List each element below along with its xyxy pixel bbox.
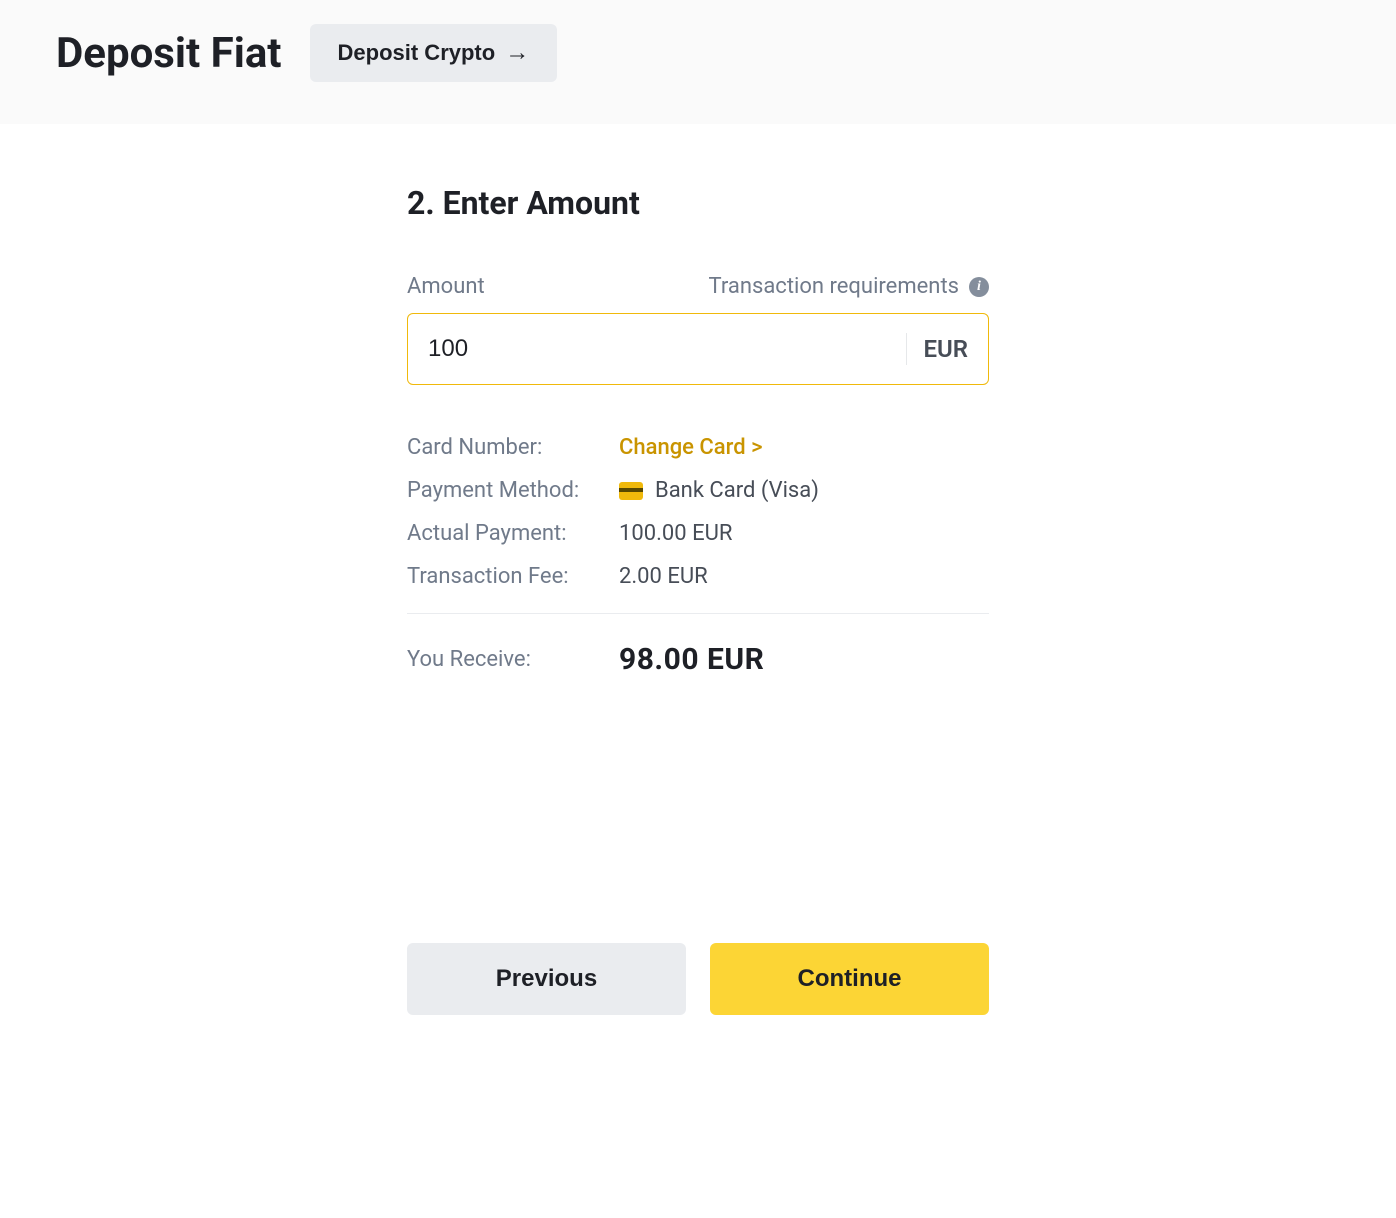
payment-method-label: Payment Method: (407, 478, 619, 503)
amount-input-container: EUR (407, 313, 989, 385)
actual-payment-value: 100.00 EUR (619, 521, 732, 546)
card-number-label: Card Number: (407, 435, 619, 460)
transaction-requirements-label: Transaction requirements (709, 274, 959, 299)
amount-label: Amount (407, 274, 485, 299)
main-content: 2. Enter Amount Amount Transaction requi… (0, 124, 1396, 1015)
continue-button[interactable]: Continue (710, 943, 989, 1015)
currency-divider (906, 333, 907, 365)
payment-method-value: Bank Card (Visa) (619, 478, 819, 503)
actual-payment-label: Actual Payment: (407, 521, 619, 546)
currency-label: EUR (923, 335, 968, 363)
arrow-right-icon: → (505, 41, 529, 65)
divider (407, 613, 989, 614)
amount-header-row: Amount Transaction requirements i (407, 274, 989, 299)
deposit-crypto-button[interactable]: Deposit Crypto → (310, 24, 558, 82)
page-title: Deposit Fiat (56, 29, 282, 78)
step-title: 2. Enter Amount (407, 184, 989, 222)
you-receive-row: You Receive: 98.00 EUR (407, 642, 989, 677)
payment-method-text: Bank Card (Visa) (655, 478, 819, 503)
transaction-fee-label: Transaction Fee: (407, 564, 619, 589)
transaction-fee-row: Transaction Fee: 2.00 EUR (407, 564, 989, 589)
amount-input[interactable] (428, 335, 906, 363)
actual-payment-row: Actual Payment: 100.00 EUR (407, 521, 989, 546)
deposit-crypto-label: Deposit Crypto (338, 40, 496, 66)
card-icon (619, 482, 643, 500)
previous-button[interactable]: Previous (407, 943, 686, 1015)
form-container: 2. Enter Amount Amount Transaction requi… (407, 184, 989, 1015)
transaction-fee-value: 2.00 EUR (619, 564, 708, 589)
header: Deposit Fiat Deposit Crypto → (0, 0, 1396, 124)
payment-method-row: Payment Method: Bank Card (Visa) (407, 478, 989, 503)
button-row: Previous Continue (407, 943, 989, 1015)
card-number-row: Card Number: Change Card > (407, 435, 989, 460)
transaction-requirements[interactable]: Transaction requirements i (709, 274, 989, 299)
you-receive-label: You Receive: (407, 647, 619, 672)
you-receive-value: 98.00 EUR (619, 642, 764, 677)
change-card-link[interactable]: Change Card > (619, 435, 763, 460)
info-icon: i (969, 277, 989, 297)
